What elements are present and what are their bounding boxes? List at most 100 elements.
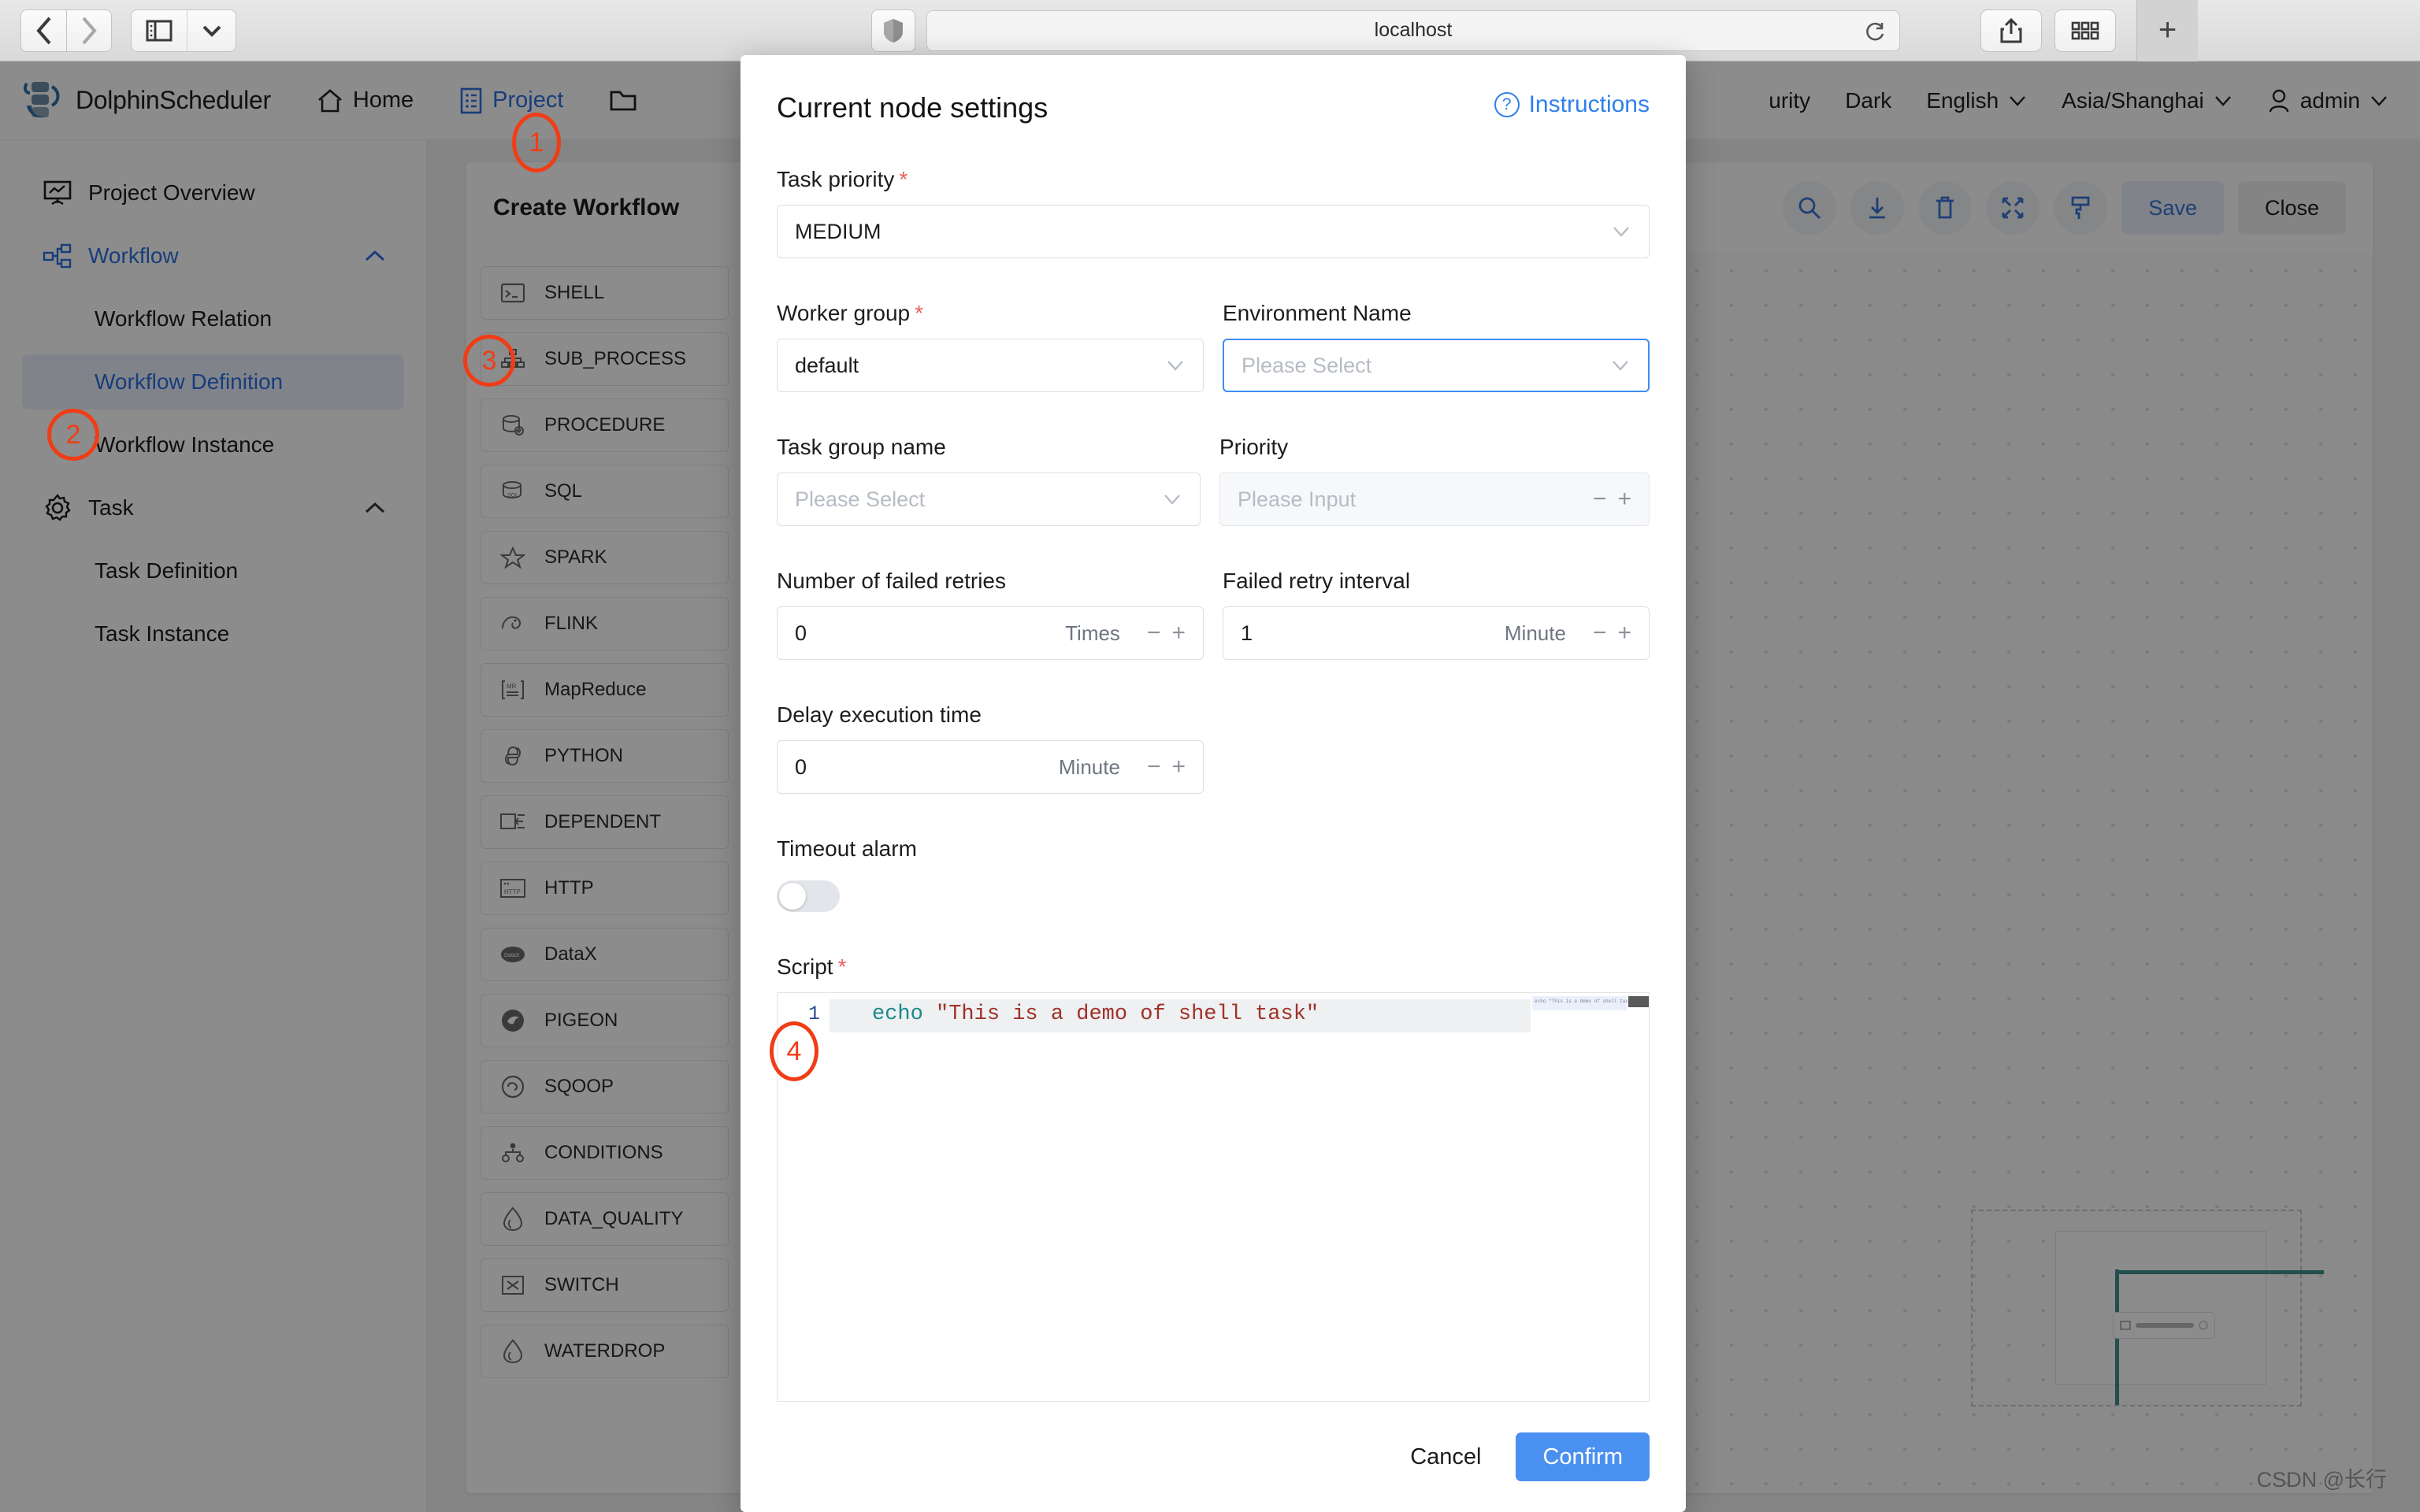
node-settings-modal: Current node settings ? Instructions Tas… [740, 55, 1686, 1512]
forward-button[interactable] [66, 9, 112, 52]
delay-execution-unit: Minute [1058, 754, 1120, 779]
failed-retry-interval-input[interactable]: 1 Minute − + [1223, 606, 1650, 660]
stepper-controls: − + [1593, 620, 1631, 647]
modal-header: Current node settings ? Instructions [740, 55, 1686, 124]
task-group-name-label: Task group name [777, 435, 946, 459]
chevron-down-icon [1165, 359, 1186, 372]
stepper-controls: − + [1593, 486, 1631, 513]
taskgroup-priority-row: Task group name Please Select Priority P… [777, 392, 1650, 526]
failed-retries-field: Number of failed retries 0 Times − + [777, 526, 1204, 660]
privacy-shield-icon[interactable] [871, 9, 915, 52]
cancel-button[interactable]: Cancel [1399, 1444, 1492, 1470]
failed-retries-label: Number of failed retries [777, 569, 1007, 593]
instructions-label: Instructions [1528, 91, 1650, 117]
decrement-button[interactable]: − [1593, 486, 1607, 513]
delay-execution-label: Delay execution time [777, 702, 982, 727]
minimap-text: echo "This is a demo of shell task" [1535, 999, 1635, 1004]
increment-button[interactable]: + [1171, 620, 1186, 647]
timeout-alarm-toggle[interactable] [777, 880, 840, 912]
browser-actions: + [1968, 0, 2198, 61]
sidebar-toggle-button[interactable] [131, 9, 187, 52]
task-priority-label: Task priority * [777, 167, 1650, 192]
failed-retries-input[interactable]: 0 Times − + [777, 606, 1204, 660]
priority-field: Priority Please Input − + [1219, 392, 1650, 526]
back-button[interactable] [20, 9, 66, 52]
task-group-name-field: Task group name Please Select [777, 392, 1201, 526]
task-priority-value: MEDIUM [795, 219, 882, 243]
task-priority-select[interactable]: MEDIUM [777, 205, 1650, 258]
delay-row-spacer [1223, 660, 1650, 794]
delay-row: Delay execution time 0 Minute − + [777, 660, 1650, 794]
priority-input[interactable]: Please Input − + [1219, 472, 1650, 526]
reload-icon[interactable] [1863, 20, 1887, 44]
increment-button[interactable]: + [1617, 620, 1631, 647]
editor-line-number: 1 [807, 1002, 820, 1025]
delay-execution-field: Delay execution time 0 Minute − + [777, 660, 1204, 794]
task-group-name-select[interactable]: Please Select [777, 472, 1201, 526]
stepper-controls: − + [1147, 754, 1186, 780]
increment-button[interactable]: + [1171, 754, 1186, 780]
modal-footer: Cancel Confirm [740, 1402, 1686, 1512]
instructions-link[interactable]: ? Instructions [1494, 91, 1650, 118]
decrement-button[interactable]: − [1147, 754, 1161, 780]
annotation-3: 3 [463, 335, 515, 387]
worker-environment-row: Worker group * default Environment Name P… [777, 258, 1650, 392]
editor-code: echo "This is a demo of shell task" [872, 1002, 1319, 1026]
chevron-down-icon [1610, 359, 1631, 372]
priority-stepper: − + [1579, 486, 1631, 513]
environment-name-label: Environment Name [1223, 301, 1412, 325]
code-string: "This is a demo of shell task" [936, 1002, 1319, 1026]
decrement-button[interactable]: − [1593, 620, 1607, 647]
url-text: localhost [1374, 19, 1453, 41]
timeout-alarm-label: Timeout alarm [777, 836, 917, 861]
label-text: Worker group [777, 301, 911, 325]
label-text: Task priority [777, 167, 895, 191]
modal-title: Current node settings [777, 91, 1049, 124]
label-text: Script [777, 954, 833, 979]
browser-chrome: localhost + [0, 0, 2420, 61]
failed-retry-interval-unit: Minute [1504, 621, 1566, 645]
failed-retry-interval-value: 1 [1241, 621, 1253, 645]
chevron-down-icon [1611, 225, 1631, 238]
required-marker: * [837, 954, 847, 979]
toggle-knob [779, 883, 806, 910]
confirm-button[interactable]: Confirm [1516, 1432, 1650, 1481]
delay-execution-suffix: Minute − + [1059, 754, 1186, 780]
delay-execution-input[interactable]: 0 Minute − + [777, 740, 1204, 794]
environment-name-placeholder: Please Select [1242, 353, 1372, 377]
share-icon[interactable] [1980, 9, 2042, 52]
code-command: echo [872, 1002, 937, 1026]
retries-row: Number of failed retries 0 Times − + Fai… [777, 526, 1650, 660]
failed-retry-interval-suffix: Minute − + [1505, 620, 1631, 647]
worker-group-field: Worker group * default [777, 258, 1204, 392]
worker-group-select[interactable]: default [777, 339, 1204, 392]
script-editor[interactable]: 1 echo "This is a demo of shell task" ec… [777, 992, 1650, 1402]
sidebar-toggle-group [131, 9, 236, 52]
annotation-1: 1 [512, 113, 561, 172]
tab-overview-icon[interactable] [2054, 9, 2116, 52]
annotation-2: 2 [47, 409, 99, 461]
script-label: Script * [777, 954, 1650, 980]
worker-group-label: Worker group * [777, 301, 1204, 326]
increment-button[interactable]: + [1617, 486, 1631, 513]
new-tab-button[interactable]: + [2136, 0, 2198, 61]
modal-body: Task priority * MEDIUM Worker group * defa… [740, 124, 1686, 1402]
address-bar[interactable]: localhost [926, 9, 1900, 51]
sidebar-dropdown-button[interactable] [187, 9, 236, 52]
annotation-4: 4 [770, 1021, 818, 1081]
decrement-button[interactable]: − [1147, 620, 1161, 647]
chevron-down-icon [1162, 493, 1182, 506]
failed-retries-unit: Times [1065, 621, 1120, 645]
required-marker: * [915, 301, 924, 325]
priority-placeholder: Please Input [1238, 487, 1357, 511]
task-group-name-placeholder: Please Select [795, 487, 926, 511]
editor-minimap[interactable]: echo "This is a demo of shell task" [1532, 996, 1635, 1010]
editor-scrollbar[interactable] [1628, 996, 1649, 1007]
browser-nav-group [20, 9, 112, 52]
worker-group-value: default [795, 353, 859, 377]
delay-execution-value: 0 [795, 754, 807, 779]
environment-name-select[interactable]: Please Select [1223, 339, 1650, 392]
environment-name-field: Environment Name Please Select [1223, 258, 1650, 392]
required-marker: * [899, 167, 908, 191]
failed-retry-interval-label: Failed retry interval [1223, 569, 1411, 593]
